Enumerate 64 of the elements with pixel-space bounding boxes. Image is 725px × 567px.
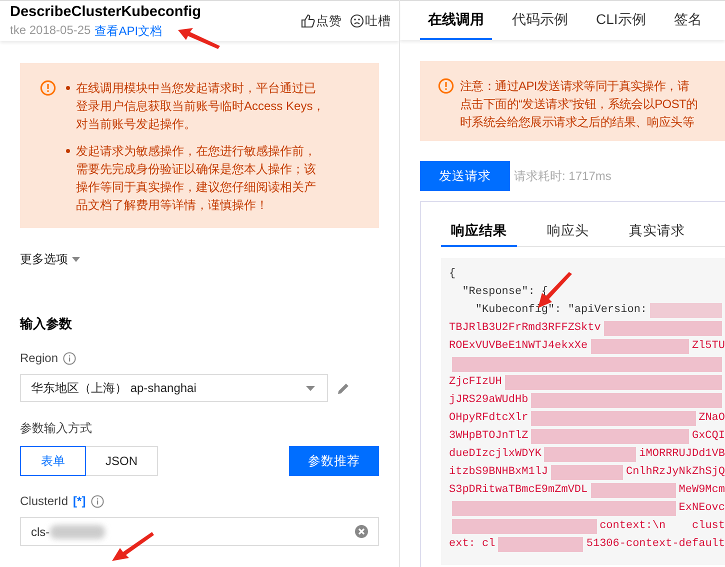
pencil-icon bbox=[337, 382, 350, 394]
tab[interactable]: 在线调用 bbox=[420, 1, 492, 40]
input-mode-tab[interactable]: JSON bbox=[85, 446, 158, 476]
field-label: 参数输入方式 bbox=[20, 420, 92, 437]
code-line: CnlhRzJyNkZhSjQ bbox=[626, 466, 725, 478]
elapsed-time: 请求耗时: 1717ms bbox=[514, 168, 612, 184]
more-options-toggle[interactable]: 更多选项 bbox=[20, 251, 80, 268]
caret-icon bbox=[72, 257, 80, 262]
code-line: jJRS29aWUdHb bbox=[449, 394, 528, 406]
code-line: "Kubeconfig": "apiVersion: bbox=[474, 304, 648, 316]
like-button[interactable]: 点赞 bbox=[301, 12, 342, 30]
code-line: ext: cl bbox=[449, 538, 496, 550]
warning-icon bbox=[40, 80, 56, 96]
code-line: GxCQI bbox=[692, 430, 725, 442]
code-line: ROExVUVBeE1NWTJ4ekxXe bbox=[449, 340, 588, 352]
api-doc-link[interactable]: 查看API文档 bbox=[94, 22, 162, 40]
redaction-blur bbox=[50, 524, 105, 538]
code-line: 51306-context-default bbox=[586, 538, 725, 550]
code-line: Zl5TU bbox=[692, 340, 725, 352]
code-line: ExNEovc bbox=[678, 502, 725, 514]
notice-text: 在线调用模块中当您发起请求时，平台通过已登录用户信息获取当前账号临时Access Keys，对当前账号发起操作。 bbox=[76, 80, 326, 133]
code-line: context:\n clust bbox=[600, 520, 725, 532]
tab[interactable]: 代码示例 bbox=[504, 1, 576, 40]
complain-button[interactable]: 吐槽 bbox=[350, 12, 391, 30]
api-title: DescribeClusterKubeconfig bbox=[10, 4, 201, 20]
info-icon bbox=[90, 494, 104, 508]
code-line: 3WHpBTOJnTlZ bbox=[449, 430, 528, 442]
field-label: Region bbox=[20, 351, 58, 365]
code-line: ZNaO bbox=[698, 412, 725, 424]
code-line: iMORRRUJDd1VB bbox=[639, 448, 725, 460]
code-line: ZjcFIzUH bbox=[449, 376, 502, 388]
required-mark: [*] bbox=[73, 494, 86, 508]
annotation-arrow bbox=[178, 27, 220, 49]
annotation-arrow bbox=[112, 532, 154, 562]
code-line: itzbS9BNHBxM1lJ bbox=[449, 466, 548, 478]
notice-text: 发起请求为敏感操作，在您进行敏感操作前，需要先完成身份验证以确保是您本人操作；该操作等同于真实操作，建议您仔细阅读相关产品文档了解费用等详情，谨慎操作！ bbox=[76, 143, 317, 214]
cluster-id-field[interactable]: cls- bbox=[20, 517, 379, 546]
info-icon bbox=[63, 352, 76, 364]
code-line: OHpyRFdtcXlr bbox=[449, 412, 528, 424]
region-select[interactable]: 华东地区（上海） ap-shanghai bbox=[20, 374, 328, 402]
section-heading: 输入参数 bbox=[20, 315, 73, 333]
notice-text: 点击下面的“发送请求”按钮，系统会以POST的 bbox=[460, 96, 698, 113]
code-line: dueDIzcjlxWDYK bbox=[449, 448, 542, 460]
sad-face-icon bbox=[350, 14, 364, 28]
warning-icon bbox=[438, 78, 454, 94]
send-request-button[interactable]: 发送请求 bbox=[420, 161, 510, 191]
caret-icon bbox=[306, 386, 315, 390]
result-tab[interactable]: 响应结果 bbox=[441, 222, 517, 247]
service-date: tke 2018-05-25 bbox=[10, 22, 91, 38]
code-line: S3pDRitwaTBmcE9mZmVDL bbox=[449, 484, 588, 496]
clear-icon bbox=[355, 525, 368, 538]
field-label: ClusterId bbox=[20, 494, 68, 508]
result-tab[interactable]: 真实请求 bbox=[619, 222, 695, 247]
code-line: { bbox=[449, 268, 456, 280]
recommend-button[interactable]: 参数推荐 bbox=[289, 446, 379, 476]
code-line: TBJRlB3U2FrRmd3RFFZSktv bbox=[449, 322, 601, 334]
tab[interactable]: CLI示例 bbox=[588, 1, 654, 40]
code-line: MeW9Mcm bbox=[678, 484, 725, 496]
notice-text: 时系统会给您展示请求之后的结果、响应头等 bbox=[460, 114, 696, 131]
tab[interactable]: 签名 bbox=[666, 1, 710, 40]
notice-text: 注意：通过API发送请求等同于真实操作，请 bbox=[460, 78, 690, 95]
result-tab[interactable]: 响应头 bbox=[537, 222, 599, 247]
input-mode-tab[interactable]: 表单 bbox=[20, 446, 86, 476]
thumbs-up-icon bbox=[301, 14, 315, 28]
